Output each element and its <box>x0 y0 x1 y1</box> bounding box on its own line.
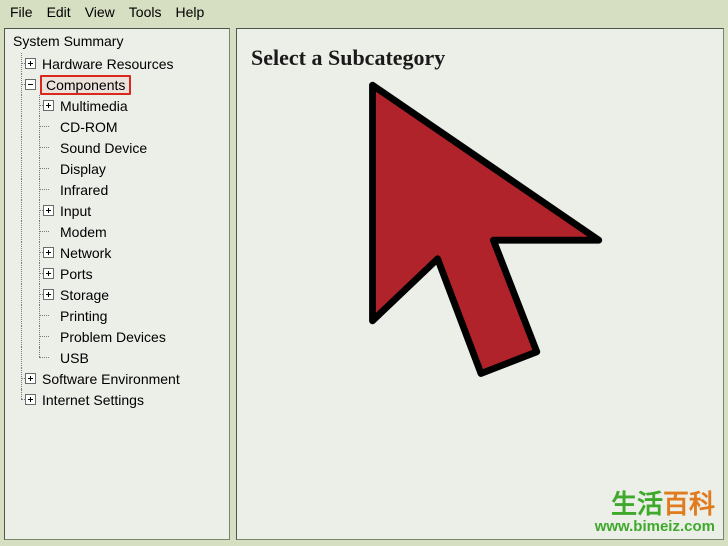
watermark-url: www.bimeiz.com <box>595 519 715 536</box>
expand-icon[interactable] <box>43 268 54 279</box>
expand-icon[interactable] <box>25 394 36 405</box>
cursor-arrow-icon <box>357 79 667 389</box>
tree-node[interactable]: Multimedia <box>5 95 229 116</box>
menu-view[interactable]: View <box>85 4 115 20</box>
tree-node[interactable]: USB <box>5 347 229 368</box>
tree-node-label[interactable]: Modem <box>60 224 107 240</box>
tree-node-label[interactable]: Network <box>60 245 111 261</box>
tree-node[interactable]: Sound Device <box>5 137 229 158</box>
expand-icon[interactable] <box>43 289 54 300</box>
menu-help[interactable]: Help <box>175 4 204 20</box>
tree-panel: System Summary Hardware Resources Compone… <box>4 28 230 540</box>
tree-node-label[interactable]: Infrared <box>60 182 108 198</box>
menu-edit[interactable]: Edit <box>47 4 71 20</box>
tree-node[interactable]: Display <box>5 158 229 179</box>
tree-node-label[interactable]: Sound Device <box>60 140 147 156</box>
tree-node[interactable]: Modem <box>5 221 229 242</box>
tree-node[interactable]: Internet Settings <box>5 389 229 410</box>
tree-node[interactable]: Storage <box>5 284 229 305</box>
expand-icon[interactable] <box>25 373 36 384</box>
tree-node-label[interactable]: Hardware Resources <box>42 56 174 72</box>
tree-node-label[interactable]: Internet Settings <box>42 392 144 408</box>
expand-icon[interactable] <box>43 247 54 258</box>
tree-node-label[interactable]: Software Environment <box>42 371 180 387</box>
watermark-logo: 生活百科 <box>595 490 715 519</box>
content-headline: Select a Subcategory <box>251 45 709 71</box>
tree-node-label[interactable]: Display <box>60 161 106 177</box>
tree-node[interactable]: Hardware Resources <box>5 53 229 74</box>
tree-node[interactable]: Software Environment <box>5 368 229 389</box>
tree-node-label[interactable]: Storage <box>60 287 109 303</box>
tree-node-label[interactable]: Printing <box>60 308 107 324</box>
menu-bar: File Edit View Tools Help <box>0 0 728 24</box>
tree-node-label[interactable]: Problem Devices <box>60 329 166 345</box>
tree-node[interactable]: Network <box>5 242 229 263</box>
menu-tools[interactable]: Tools <box>129 4 162 20</box>
expand-icon[interactable] <box>25 58 36 69</box>
tree-root[interactable]: System Summary <box>5 31 229 53</box>
tree-node[interactable]: CD-ROM <box>5 116 229 137</box>
collapse-icon[interactable] <box>25 79 36 90</box>
tree-node[interactable]: Input <box>5 200 229 221</box>
tree-node-label[interactable]: Ports <box>60 266 93 282</box>
tree-node[interactable]: Infrared <box>5 179 229 200</box>
tree-node[interactable]: Ports <box>5 263 229 284</box>
expand-icon[interactable] <box>43 205 54 216</box>
watermark: 生活百科 www.bimeiz.com <box>595 490 715 535</box>
tree-node-label[interactable]: Components <box>40 75 131 95</box>
workspace: System Summary Hardware Resources Compone… <box>0 24 728 544</box>
tree-node-label[interactable]: Multimedia <box>60 98 128 114</box>
tree-node[interactable]: Printing <box>5 305 229 326</box>
tree-node[interactable]: Components <box>5 74 229 95</box>
content-panel: Select a Subcategory 生活百科 www.bimeiz.com <box>236 28 724 540</box>
tree-node-label[interactable]: USB <box>60 350 89 366</box>
menu-file[interactable]: File <box>10 4 33 20</box>
tree: System Summary Hardware Resources Compone… <box>5 31 229 410</box>
expand-icon[interactable] <box>43 100 54 111</box>
tree-node-label[interactable]: CD-ROM <box>60 119 118 135</box>
tree-node[interactable]: Problem Devices <box>5 326 229 347</box>
tree-node-label[interactable]: Input <box>60 203 91 219</box>
